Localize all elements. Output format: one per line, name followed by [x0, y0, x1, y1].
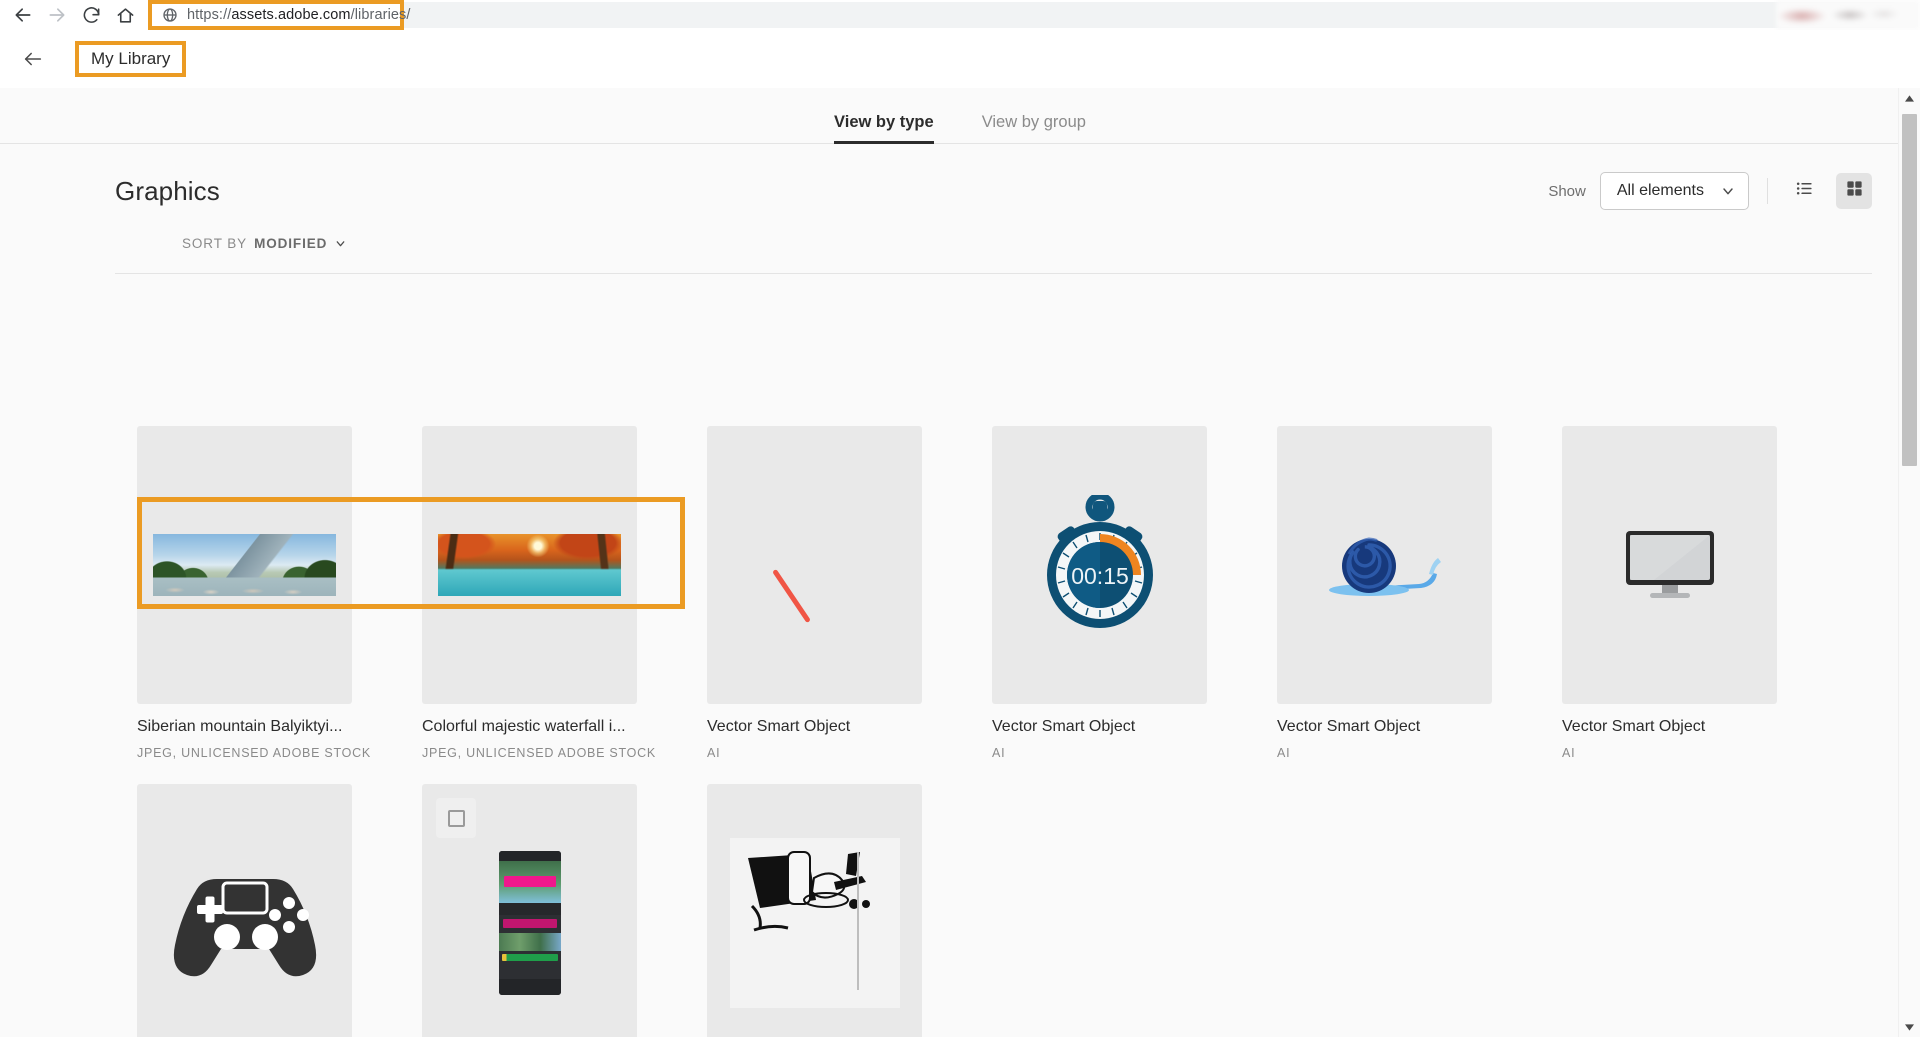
browser-forward-button[interactable]	[40, 0, 74, 30]
asset-thumbnail[interactable]	[422, 426, 637, 704]
game-controller-icon	[165, 863, 325, 983]
section-header: Graphics Show All elements	[0, 144, 1920, 210]
browser-toolbar: https://assets.adobe.com/libraries/	[0, 0, 1920, 30]
phone-bottom-bar	[498, 979, 561, 995]
stopwatch-time-label: 00:15	[1071, 563, 1129, 589]
phone-title-clip	[502, 919, 557, 928]
asset-name: Vector Smart Object	[992, 718, 1136, 735]
monitor-icon	[1624, 527, 1716, 603]
asset-name: Vector Smart Object	[1562, 718, 1706, 735]
asset-thumbnail[interactable]	[137, 426, 352, 704]
asset-card[interactable]: Colorful majestic waterfall i... JPEG, U…	[422, 426, 657, 760]
asset-grid-scroll-area[interactable]: Siberian mountain Balyiktyi... JPEG, UNL…	[0, 375, 1920, 1037]
phone-toolbar	[498, 903, 561, 915]
section-divider	[115, 273, 1872, 274]
phone-status-bar	[498, 851, 561, 861]
asset-thumbnail[interactable]: 00:15	[992, 426, 1207, 704]
asset-meta: AI	[707, 746, 721, 760]
vertical-scrollbar[interactable]	[1898, 88, 1920, 1037]
breadcrumb[interactable]: My Library	[75, 41, 187, 77]
phone-preview-area	[498, 861, 561, 903]
elements-filter-value: All elements	[1616, 182, 1704, 199]
tab-view-by-group[interactable]: View by group	[982, 113, 1086, 143]
breadcrumb-label: My Library	[91, 49, 171, 68]
asset-card[interactable]: 00:15 Vector Smart Object AI	[992, 426, 1207, 760]
asset-thumbnail[interactable]	[422, 784, 637, 1037]
asset-grid: Siberian mountain Balyiktyi... JPEG, UNL…	[0, 375, 1920, 1037]
section-header-controls: Show All elements	[1548, 172, 1872, 210]
sort-row: SORT BY MODIFIED	[0, 210, 1920, 251]
sort-by-prefix: SORT BY	[182, 236, 248, 251]
sort-by-value: MODIFIED	[254, 236, 328, 251]
asset-thumbnail[interactable]	[1562, 426, 1777, 704]
waterfall-landscape-image	[438, 534, 621, 596]
toolbar-divider	[1767, 178, 1768, 204]
asset-card[interactable]: Vector Smart Object AI	[1277, 426, 1492, 760]
chevron-down-icon	[1720, 183, 1736, 199]
address-bar-annotation: https://assets.adobe.com/libraries/	[148, 0, 410, 30]
checkbox-box-icon	[447, 809, 465, 827]
redacted-toolbar-region	[1776, 0, 1920, 30]
asset-card[interactable]	[422, 784, 637, 1037]
phone-title-overlay	[503, 876, 556, 887]
url-text: https://assets.adobe.com/libraries/	[187, 7, 411, 23]
red-diagonal-line-graphic	[767, 567, 819, 619]
stopwatch-icon: 00:15	[1036, 492, 1164, 635]
tab-view-by-type[interactable]: View by type	[834, 113, 934, 144]
view-tabs: View by type View by group	[0, 88, 1920, 144]
asset-card[interactable]: Vector Smart Object AI	[707, 426, 922, 760]
grid-view-button[interactable]	[1836, 173, 1872, 209]
globe-icon	[162, 7, 178, 23]
phone-timeline-thumbnails	[498, 933, 561, 951]
phone-audio-track	[501, 954, 558, 961]
asset-thumbnail[interactable]	[707, 426, 922, 704]
asset-select-checkbox[interactable]	[436, 798, 476, 838]
mountain-landscape-image	[153, 534, 336, 596]
asset-thumbnail[interactable]	[1277, 426, 1492, 704]
app-back-button[interactable]	[16, 42, 50, 76]
list-view-icon	[1795, 179, 1814, 203]
scroll-down-button[interactable]	[1899, 1017, 1920, 1037]
asset-thumbnail[interactable]	[707, 784, 922, 1037]
browser-home-button[interactable]	[108, 0, 142, 30]
snail-icon	[1325, 530, 1445, 600]
chevron-down-icon	[334, 237, 347, 250]
app-header: My Library	[0, 30, 1920, 88]
scroll-up-button[interactable]	[1899, 88, 1920, 108]
sort-by-control[interactable]: SORT BY MODIFIED	[182, 236, 347, 251]
asset-card[interactable]: Siberian mountain Balyiktyi... JPEG, UNL…	[137, 426, 372, 760]
asset-name: Colorful majestic waterfall i...	[422, 718, 626, 735]
asset-meta: AI	[992, 746, 1006, 760]
browser-back-button[interactable]	[6, 0, 40, 30]
asset-name: Vector Smart Object	[1277, 718, 1421, 735]
asset-name: Siberian mountain Balyiktyi...	[137, 718, 343, 735]
browser-reload-button[interactable]	[74, 0, 108, 30]
asset-meta: AI	[1562, 746, 1576, 760]
asset-card[interactable]: Vector Smart Object AI	[1562, 426, 1777, 760]
scrollbar-track[interactable]	[1899, 108, 1920, 1017]
grid-view-icon	[1845, 179, 1864, 203]
address-bar-field[interactable]	[148, 2, 1906, 28]
mobile-video-editor-screenshot	[498, 851, 561, 995]
address-bar[interactable]: https://assets.adobe.com/libraries/	[148, 0, 1906, 30]
asset-name: Vector Smart Object	[707, 718, 851, 735]
scrollbar-thumb[interactable]	[1901, 114, 1917, 466]
list-view-button[interactable]	[1786, 173, 1822, 209]
asset-thumbnail[interactable]	[137, 784, 352, 1037]
asset-card[interactable]	[707, 784, 922, 1037]
page-title: Graphics	[115, 175, 220, 206]
asset-meta: JPEG, UNLICENSED ADOBE STOCK	[137, 746, 372, 760]
asset-meta: JPEG, UNLICENSED ADOBE STOCK	[422, 746, 657, 760]
library-page: View by type View by group Graphics Show…	[0, 88, 1920, 1037]
asset-card[interactable]	[137, 784, 352, 1037]
elements-filter-select[interactable]: All elements	[1599, 172, 1749, 210]
asset-meta: AI	[1277, 746, 1291, 760]
black-white-sketch-image	[729, 838, 900, 1008]
show-label: Show	[1548, 182, 1586, 200]
